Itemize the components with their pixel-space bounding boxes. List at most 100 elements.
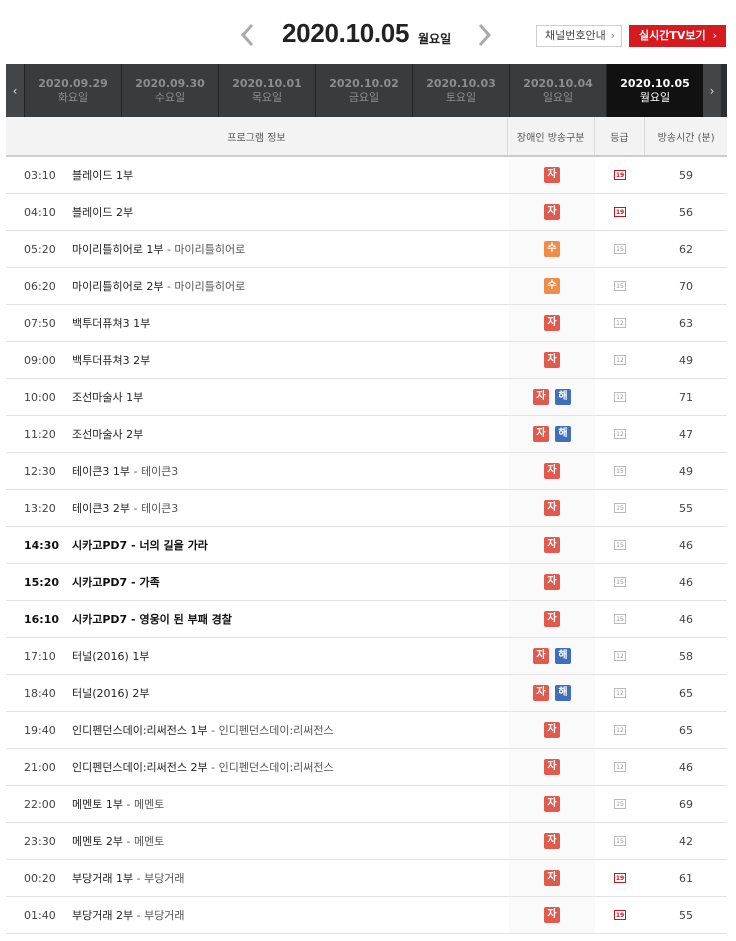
table-row[interactable]: 12:30 테이큰3 1부 - 테이큰3 자 15 49 bbox=[6, 453, 727, 490]
table-row[interactable]: 03:10 블레이드 1부 자 19 59 bbox=[6, 157, 727, 194]
program-info[interactable]: 터널(2016) 2부 bbox=[72, 675, 509, 711]
rating-cell: 12 bbox=[595, 416, 645, 452]
current-weekday: 월요일 bbox=[418, 32, 452, 46]
program-info[interactable]: 메멘토 1부 - 메멘토 bbox=[72, 786, 509, 822]
duration-minutes: 55 bbox=[679, 908, 693, 922]
program-info[interactable]: 인디펜던스데이:리써전스 2부 - 인디펜던스데이:리써전스 bbox=[72, 749, 509, 785]
schedule-table-body: 03:10 블레이드 1부 자 19 59 04:10 블레이드 2부 자 19 56 05:20 마… bbox=[6, 157, 727, 934]
program-title: 메멘토 1부 bbox=[72, 798, 123, 811]
day-tab-date: 2020.10.03 bbox=[426, 76, 496, 90]
table-row[interactable]: 17:10 터널(2016) 1부 자 해 12 58 bbox=[6, 638, 727, 675]
duration-minutes: 63 bbox=[679, 316, 693, 330]
day-tab[interactable]: 2020.09.30 수요일 bbox=[121, 64, 218, 117]
program-info[interactable]: 블레이드 1부 bbox=[72, 157, 509, 193]
disability-badges: 자 bbox=[509, 786, 595, 822]
program-title: 블레이드 2부 bbox=[72, 206, 134, 219]
caption-badge: 자 bbox=[544, 537, 560, 553]
rating-cell: 12 bbox=[595, 379, 645, 415]
day-tab-weekday: 수요일 bbox=[154, 90, 186, 104]
table-row[interactable]: 11:20 조선마술사 2부 자 해 12 47 bbox=[6, 416, 727, 453]
table-row[interactable]: 01:40 부당거래 2부 - 부당거래 자 19 55 bbox=[6, 897, 727, 934]
table-row[interactable]: 00:20 부당거래 1부 - 부당거래 자 19 61 bbox=[6, 860, 727, 897]
program-title: 시카고PD7 bbox=[72, 576, 128, 589]
disability-badges: 자 bbox=[509, 823, 595, 859]
day-tab-weekday: 토요일 bbox=[445, 90, 477, 104]
column-program: 프로그램 정보 bbox=[227, 132, 286, 144]
age-rating-icon: 12 bbox=[614, 355, 626, 365]
table-row[interactable]: 22:00 메멘토 1부 - 메멘토 자 15 69 bbox=[6, 786, 727, 823]
duration-minutes: 49 bbox=[679, 464, 693, 478]
table-row[interactable]: 09:00 백투더퓨쳐3 2부 자 12 49 bbox=[6, 342, 727, 379]
day-tabs-next-icon[interactable]: › bbox=[703, 64, 721, 117]
day-tab-weekday: 금요일 bbox=[348, 90, 380, 104]
table-row[interactable]: 23:30 메멘토 2부 - 메멘토 자 15 42 bbox=[6, 823, 727, 860]
program-title: 터널(2016) 1부 bbox=[72, 650, 150, 663]
episode-title: - 메멘토 bbox=[122, 798, 165, 811]
table-row[interactable]: 10:00 조선마술사 1부 자 해 12 71 bbox=[6, 379, 727, 416]
duration-minutes: 42 bbox=[679, 834, 693, 848]
program-info[interactable]: 터널(2016) 1부 bbox=[72, 638, 509, 674]
day-tab[interactable]: 2020.10.05 월요일 bbox=[606, 64, 703, 117]
program-info[interactable]: 마이리틀히어로 2부 - 마이리틀히어로 bbox=[72, 268, 509, 304]
table-row[interactable]: 14:30 시카고PD7 - 너의 길을 가라 자 15 46 bbox=[6, 527, 727, 564]
broadcast-time: 06:20 bbox=[24, 279, 56, 293]
table-row[interactable]: 05:20 마이리틀히어로 1부 - 마이리틀히어로 수 15 62 bbox=[6, 231, 727, 268]
rating-cell: 12 bbox=[595, 342, 645, 378]
day-tab[interactable]: 2020.10.03 토요일 bbox=[412, 64, 509, 117]
day-tab[interactable]: 2020.10.01 목요일 bbox=[218, 64, 315, 117]
program-title: 조선마술사 2부 bbox=[72, 428, 144, 441]
program-info[interactable]: 시카고PD7 - 너의 길을 가라 bbox=[72, 527, 509, 563]
program-info[interactable]: 부당거래 1부 - 부당거래 bbox=[72, 860, 509, 896]
program-info[interactable]: 백투더퓨쳐3 2부 bbox=[72, 342, 509, 378]
disability-badges: 자해 bbox=[509, 416, 595, 452]
table-row[interactable]: 13:20 테이큰3 2부 - 테이큰3 자 15 55 bbox=[6, 490, 727, 527]
table-row[interactable]: 21:00 인디펜던스데이:리써전스 2부 - 인디펜던스데이:리써전스 자 12 46 bbox=[6, 749, 727, 786]
program-info[interactable]: 시카고PD7 - 가족 bbox=[72, 564, 509, 600]
channel-number-guide-button[interactable]: 채널번호안내 › bbox=[536, 25, 622, 47]
rating-cell: 12 bbox=[595, 675, 645, 711]
current-date: 2020.10.05 bbox=[282, 18, 410, 48]
table-row[interactable]: 06:20 마이리틀히어로 2부 - 마이리틀히어로 수 15 70 bbox=[6, 268, 727, 305]
program-info[interactable]: 조선마술사 2부 bbox=[72, 416, 509, 452]
program-info[interactable]: 인디펜던스데이:리써전스 1부 - 인디펜던스데이:리써전스 bbox=[72, 712, 509, 748]
caption-badge: 자 bbox=[544, 167, 560, 183]
age-rating-icon: 15 bbox=[614, 281, 626, 291]
table-row[interactable]: 15:20 시카고PD7 - 가족 자 15 46 bbox=[6, 564, 727, 601]
column-disability: 장애인 방송구분 bbox=[506, 117, 594, 155]
episode-title: - 부당거래 bbox=[133, 872, 185, 885]
broadcast-time: 16:10 bbox=[24, 612, 60, 626]
program-info[interactable]: 테이큰3 1부 - 테이큰3 bbox=[72, 453, 509, 489]
day-tab-date: 2020.10.04 bbox=[523, 76, 593, 90]
table-row[interactable]: 04:10 블레이드 2부 자 19 56 bbox=[6, 194, 727, 231]
duration-minutes: 59 bbox=[679, 168, 693, 182]
column-grade: 등급 bbox=[593, 117, 645, 155]
rating-cell: 15 bbox=[595, 786, 645, 822]
disability-badges: 수 bbox=[509, 268, 595, 304]
live-tv-button[interactable]: 실시간TV보기 › bbox=[629, 25, 726, 47]
day-tab-weekday: 일요일 bbox=[542, 90, 574, 104]
program-info[interactable]: 백투더퓨쳐3 1부 bbox=[72, 305, 509, 341]
table-row[interactable]: 19:40 인디펜던스데이:리써전스 1부 - 인디펜던스데이:리써전스 자 12 65 bbox=[6, 712, 727, 749]
day-tab[interactable]: 2020.10.02 금요일 bbox=[315, 64, 412, 117]
program-info[interactable]: 테이큰3 2부 - 테이큰3 bbox=[72, 490, 509, 526]
program-info[interactable]: 블레이드 2부 bbox=[72, 194, 509, 230]
table-row[interactable]: 07:50 백투더퓨쳐3 1부 자 12 63 bbox=[6, 305, 727, 342]
day-tab[interactable]: 2020.09.29 화요일 bbox=[24, 64, 121, 117]
next-date-arrow-icon[interactable] bbox=[474, 22, 494, 48]
day-tab-date: 2020.10.02 bbox=[329, 76, 399, 90]
table-row[interactable]: 18:40 터널(2016) 2부 자 해 12 65 bbox=[6, 675, 727, 712]
prev-date-arrow-icon[interactable] bbox=[238, 22, 258, 48]
program-info[interactable]: 조선마술사 1부 bbox=[72, 379, 509, 415]
day-tab[interactable]: 2020.10.04 일요일 bbox=[509, 64, 606, 117]
broadcast-time: 09:00 bbox=[24, 353, 56, 367]
table-row[interactable]: 16:10 시카고PD7 - 영웅이 된 부패 경찰 자 15 46 bbox=[6, 601, 727, 638]
day-tabs-prev-icon[interactable]: ‹ bbox=[6, 64, 24, 117]
program-info[interactable]: 시카고PD7 - 영웅이 된 부패 경찰 bbox=[72, 601, 509, 637]
program-title: 백투더퓨쳐3 1부 bbox=[72, 317, 151, 330]
date-header: 2020.10.05 월요일 채널번호안내 › 실시간TV보기 › bbox=[0, 0, 736, 64]
program-info[interactable]: 마이리틀히어로 1부 - 마이리틀히어로 bbox=[72, 231, 509, 267]
program-info[interactable]: 메멘토 2부 - 메멘토 bbox=[72, 823, 509, 859]
audio-description-badge: 해 bbox=[555, 426, 571, 442]
program-info[interactable]: 부당거래 2부 - 부당거래 bbox=[72, 897, 509, 933]
age-rating-icon: 15 bbox=[614, 799, 626, 809]
